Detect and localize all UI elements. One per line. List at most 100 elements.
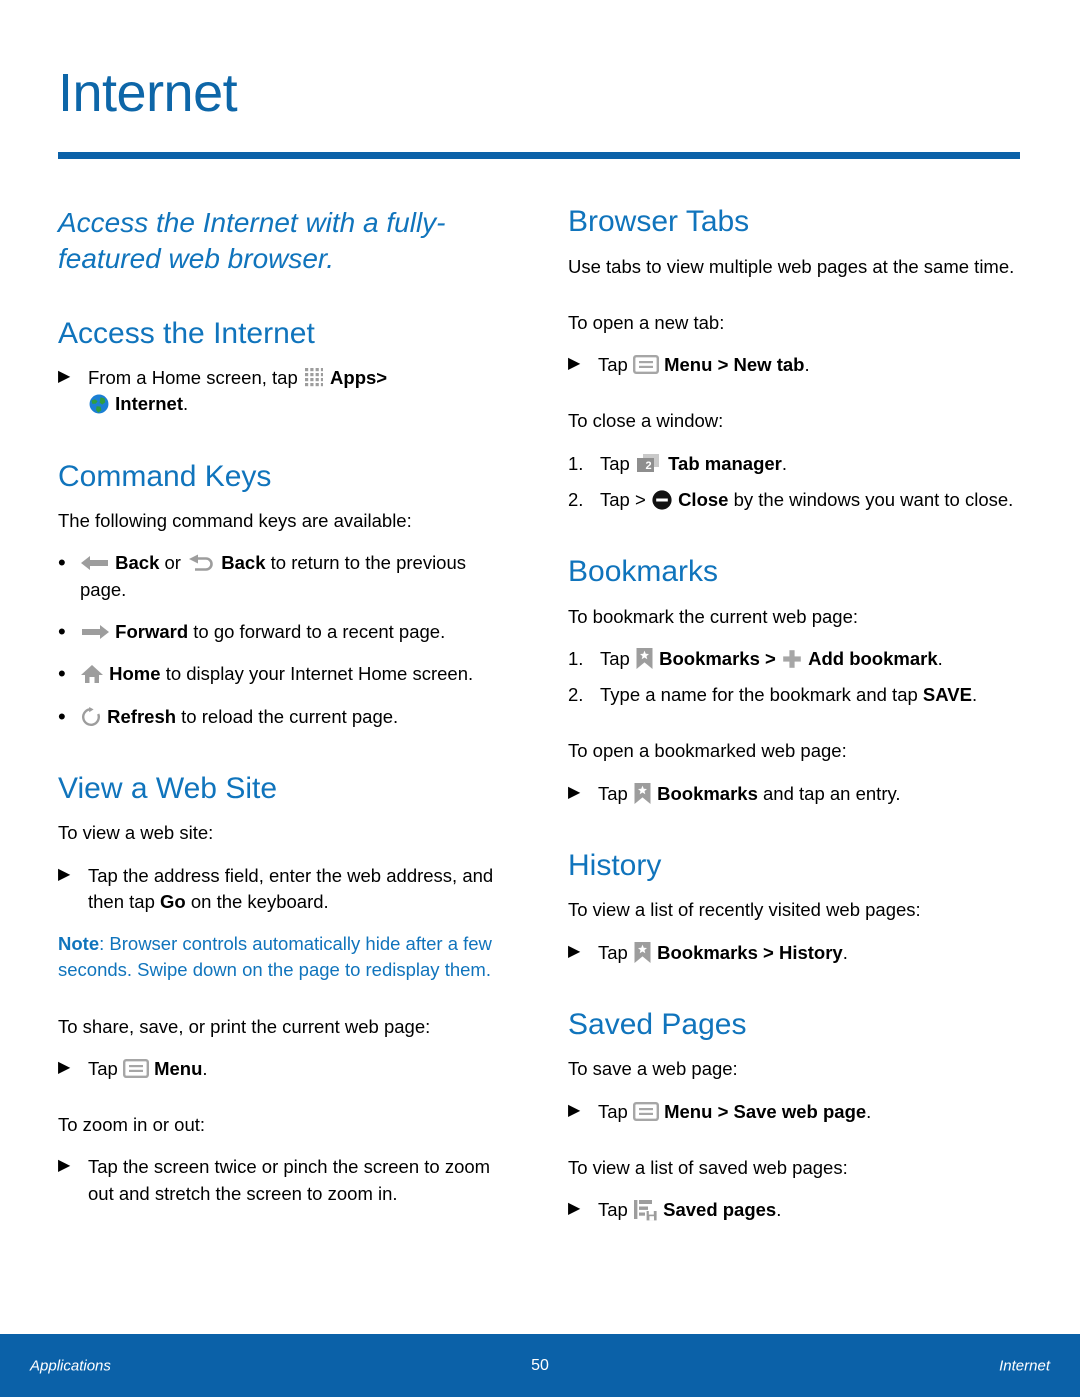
- open-bookmark-intro: To open a bookmarked web page:: [568, 740, 847, 762]
- footer-section-label: Applications: [30, 1357, 111, 1374]
- list-item: ▶ Tap Menu > New tab.: [568, 352, 1023, 378]
- step-period: .: [781, 452, 788, 474]
- list-item-text: Tap Menu > New tab.: [598, 352, 1023, 378]
- list-item-text: Tap 2 Tab manager.: [600, 451, 1023, 477]
- step-text-before: Tap: [600, 452, 630, 474]
- save-web-page-label: Save web page: [733, 1100, 867, 1122]
- step-text-before: Tap: [598, 941, 628, 963]
- menu-icon: [632, 355, 659, 375]
- menu-label: Menu: [664, 1100, 713, 1122]
- step-separator: >: [376, 367, 388, 389]
- back-arrow-icon: [80, 553, 110, 571]
- list-item: ▶ Tap the address field, enter the web a…: [58, 863, 513, 916]
- history-label: History: [778, 941, 843, 963]
- section-heading-access-the-internet: Access the Internet: [58, 316, 315, 350]
- title-divider: [58, 152, 1020, 159]
- zoom-intro: To zoom in or out:: [58, 1114, 206, 1136]
- bookmarks-icon: [633, 782, 652, 805]
- list-item: • Forward to go forward to a recent page…: [58, 619, 513, 645]
- step-period: .: [842, 941, 848, 963]
- left-column: Access the Internet with a fully-feature…: [58, 205, 513, 1223]
- forward-arrow-icon: [80, 622, 110, 640]
- list-item-text: Forward to go forward to a recent page.: [80, 619, 513, 645]
- note-text: Browser controls automatically hide afte…: [58, 933, 492, 981]
- right-column: Browser Tabs Use tabs to view multiple w…: [568, 205, 1023, 1240]
- forward-description: to go forward to a recent page.: [193, 620, 446, 642]
- save-button-label: SAVE: [922, 684, 972, 706]
- step-period: .: [971, 684, 978, 706]
- saved-pages-icon: [633, 1199, 658, 1221]
- share-intro: To share, save, or print the current web…: [58, 1015, 431, 1037]
- step-period: .: [182, 393, 189, 415]
- refresh-description: to reload the current page.: [181, 705, 399, 727]
- list-item-text: Tap Saved pages.: [598, 1197, 1023, 1223]
- list-item-text: From a Home screen, tap Apps> Internet.: [88, 365, 513, 418]
- section-heading-saved-pages: Saved Pages: [568, 1007, 747, 1041]
- arrow-marker-icon: ▶: [568, 1200, 581, 1218]
- add-plus-icon: [781, 648, 803, 670]
- section-heading-bookmarks: Bookmarks: [568, 555, 719, 589]
- tab-manager-icon: 2: [635, 453, 663, 475]
- step-number: 2.: [568, 488, 584, 510]
- add-bookmark-intro: To bookmark the current web page:: [568, 605, 858, 627]
- menu-icon: [632, 1101, 659, 1121]
- list-item-text: Tap Menu > Save web page.: [598, 1099, 1023, 1125]
- arrow-marker-icon: ▶: [568, 1101, 581, 1119]
- list-item: ▶ Tap Menu.: [58, 1056, 513, 1082]
- apps-grid-icon: [303, 366, 325, 388]
- refresh-label: Refresh: [107, 705, 177, 727]
- save-page-intro: To save a web page:: [568, 1058, 738, 1080]
- browser-tabs-intro: Use tabs to view multiple web pages at t…: [568, 255, 1015, 277]
- step-period: .: [866, 1100, 872, 1122]
- footer-chapter-label: Internet: [999, 1357, 1050, 1374]
- list-item-text: Tap Bookmarks > Add bookmark.: [600, 646, 1023, 672]
- close-label: Close: [678, 488, 729, 510]
- step-text-after: on the keyboard.: [190, 890, 329, 912]
- arrow-marker-icon: ▶: [568, 355, 581, 373]
- list-item: ▶ Tap the screen twice or pinch the scre…: [58, 1154, 513, 1207]
- list-item: ▶ Tap Menu > Save web page.: [568, 1099, 1023, 1125]
- command-keys-intro: The following command keys are available…: [58, 510, 412, 532]
- step-period: .: [202, 1057, 208, 1079]
- back-conjunction: or: [164, 552, 181, 574]
- close-description: by the windows you want to close.: [733, 488, 1014, 510]
- bullet-marker-icon: •: [58, 618, 66, 644]
- list-item: • Back or Back to return to the previous…: [58, 550, 513, 603]
- section-heading-browser-tabs: Browser Tabs: [568, 205, 750, 238]
- list-item-text: Tap the address field, enter the web add…: [88, 863, 513, 916]
- menu-icon: [122, 1058, 149, 1078]
- back-label-2: Back: [221, 552, 266, 574]
- internet-label: Internet: [115, 393, 183, 415]
- step-text-before: Type a name for the bookmark and tap: [600, 684, 918, 706]
- tab-manager-label: Tab manager: [668, 452, 782, 474]
- section-heading-view-a-web-site: View a Web Site: [58, 771, 278, 805]
- step-text-before: Tap: [598, 782, 628, 804]
- bookmarks-label: Bookmarks: [659, 647, 760, 669]
- list-item: ▶ Tap Saved pages.: [568, 1197, 1023, 1223]
- step-text-before: Tap: [600, 647, 630, 669]
- list-item: • Refresh to reload the current page.: [58, 704, 513, 730]
- menu-label: Menu: [154, 1057, 203, 1079]
- go-key-label: Go: [160, 890, 186, 912]
- list-item-text: Tap Bookmarks > History.: [598, 940, 1023, 966]
- arrow-marker-icon: ▶: [568, 783, 581, 801]
- list-item-text: Refresh to reload the current page.: [80, 704, 513, 730]
- step-separator: >: [717, 1100, 729, 1122]
- step-text-before: Tap: [598, 354, 628, 376]
- step-period: .: [804, 354, 810, 376]
- step-number: 1.: [568, 452, 584, 474]
- list-item-text: Tap Bookmarks and tap an entry.: [598, 781, 1023, 807]
- step-text-before: Tap >: [600, 488, 646, 510]
- list-item: 2. Tap > Close by the windows you want t…: [568, 487, 1023, 513]
- page-footer: Applications 50 Internet: [0, 1334, 1080, 1397]
- step-text-before: Tap: [598, 1100, 628, 1122]
- list-item: 1. Tap 2 Tab manager.: [568, 451, 1023, 477]
- section-heading-history: History: [568, 848, 662, 882]
